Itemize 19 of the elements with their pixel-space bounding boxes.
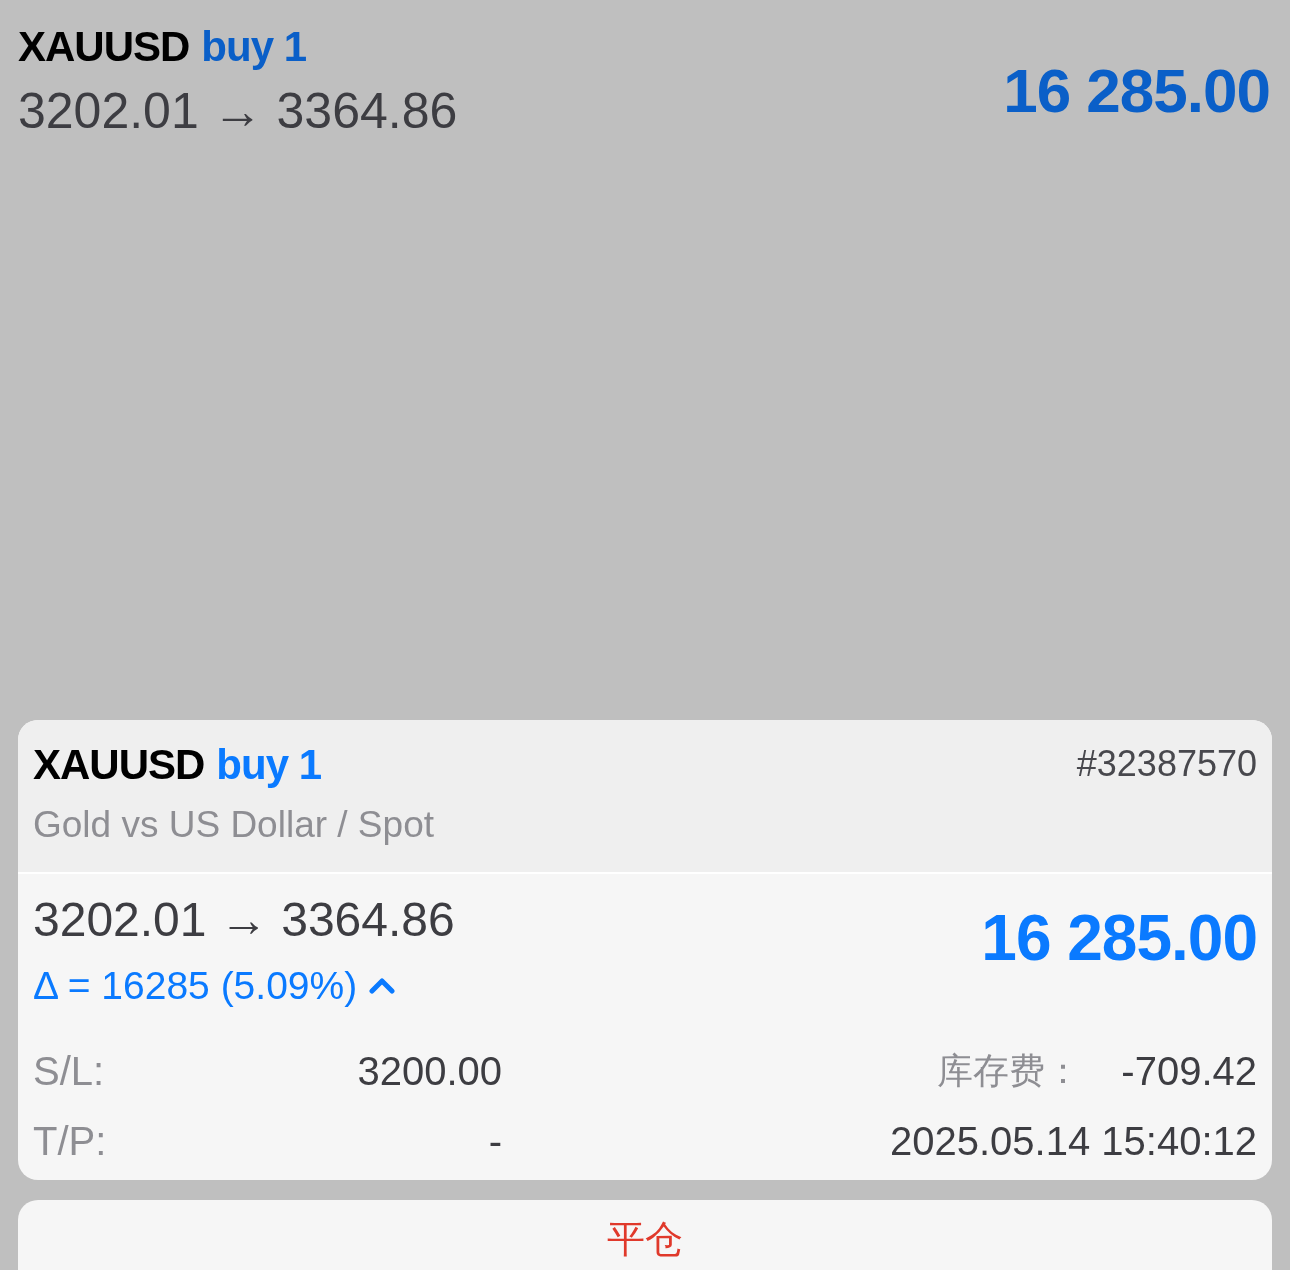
- field-label: T/P:: [33, 1121, 107, 1161]
- field-value: 2025.05.14 15:40:12: [890, 1121, 1257, 1161]
- price-change-text: Δ = 16285 (5.09%): [33, 966, 358, 1005]
- field-value: -709.42: [1121, 1051, 1257, 1091]
- price-range-text: 3202.01 → 3364.86: [18, 86, 458, 136]
- field-value: 3200.00: [357, 1051, 502, 1091]
- order-type-label: buy 1: [216, 744, 322, 786]
- field-label: 库存费：: [937, 1053, 1082, 1089]
- profit-amount: 16 285.00: [1003, 60, 1270, 122]
- close-position-button[interactable]: 平仓: [18, 1200, 1272, 1270]
- field-value: -: [488, 1121, 502, 1161]
- field-label: S/L:: [33, 1051, 105, 1091]
- symbol-label: XAUUSD: [33, 744, 205, 786]
- ticket-number: #32387570: [1076, 744, 1257, 782]
- symbol-label: XAUUSD: [18, 26, 190, 68]
- order-type-label: buy 1: [201, 26, 307, 68]
- price-range-text: 3202.01 → 3364.86: [33, 896, 455, 944]
- instrument-description: Gold vs US Dollar / Spot: [33, 806, 434, 843]
- profit-amount: 16 285.00: [981, 906, 1257, 970]
